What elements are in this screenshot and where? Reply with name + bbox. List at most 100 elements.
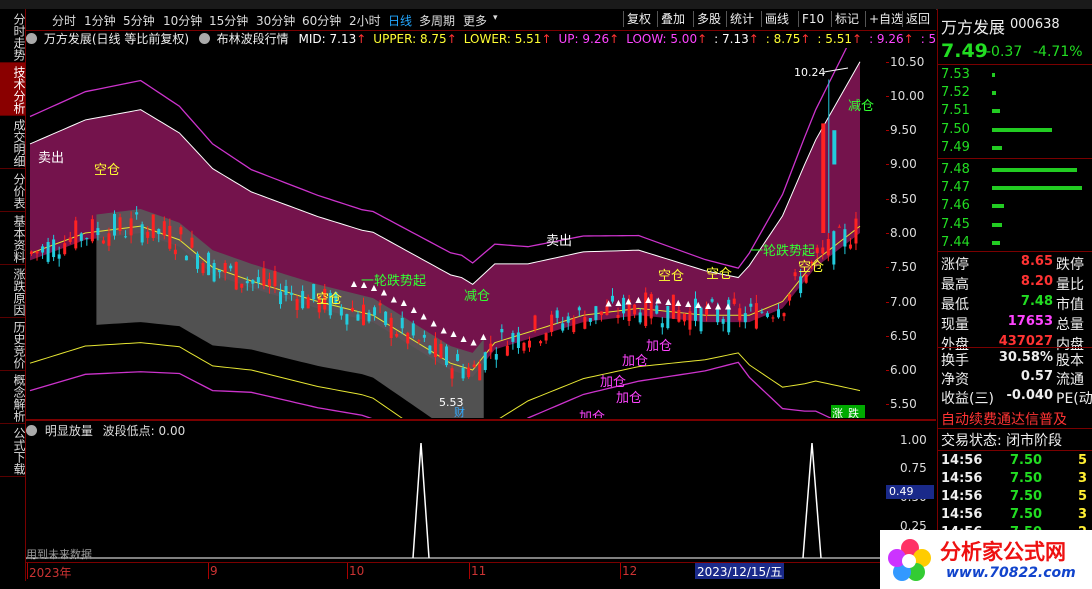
time-axis: 2023年 9 10 11 12 2023/12/15/五 xyxy=(26,562,936,581)
period-tab-5[interactable]: 30分钟 xyxy=(256,12,295,29)
orderbook-bar xyxy=(992,168,1077,172)
more-chevron-icon[interactable]: ▾ xyxy=(493,13,498,23)
candle-body xyxy=(682,313,686,322)
period-tab-10[interactable]: 更多 xyxy=(463,12,487,29)
up-triangle-icon: ▲ xyxy=(351,279,358,288)
candle-body xyxy=(212,263,216,282)
tick-volume: 3 xyxy=(1078,507,1088,522)
candle-body xyxy=(74,220,78,249)
period-tab-8[interactable]: 日线 xyxy=(388,12,412,29)
candle-body xyxy=(616,315,620,318)
indicator-settings-icon[interactable] xyxy=(198,33,210,44)
candle-body xyxy=(655,305,659,314)
indicator-name: 布林波段行情 xyxy=(216,32,289,46)
toolbar-button-4[interactable]: 画线 xyxy=(761,11,792,27)
orderbook-bar xyxy=(992,186,1082,191)
toolbar-button-3[interactable]: 统计 xyxy=(726,11,757,27)
period-tab-9[interactable]: 多周期 xyxy=(419,12,455,29)
price-tick: 7.00 xyxy=(890,294,917,309)
toolbar-button-8[interactable]: 返回 xyxy=(902,11,933,27)
period-tab-0[interactable]: 分时 xyxy=(52,12,76,29)
signal-label: 卖出 xyxy=(546,234,572,249)
candle-body xyxy=(350,307,354,312)
orderbook-price: 7.50 xyxy=(941,121,970,137)
period-tab-7[interactable]: 2小时 xyxy=(349,12,381,29)
volume-spike xyxy=(412,442,430,559)
sidebar-tab-0[interactable]: 分时走势 xyxy=(0,9,26,63)
orderbook-bar xyxy=(992,109,1000,114)
toolbar-button-0[interactable]: 复权 xyxy=(623,11,654,27)
candle-body xyxy=(439,343,443,359)
toolbar-button-2[interactable]: 多股 xyxy=(693,11,724,27)
period-tab-4[interactable]: 15分钟 xyxy=(209,12,248,29)
divider xyxy=(938,64,1092,65)
signal-label: 加仓 xyxy=(579,410,605,418)
candle-body xyxy=(135,212,139,215)
candle-body xyxy=(588,318,592,322)
divider xyxy=(938,450,1092,451)
time-tick xyxy=(347,563,348,579)
period-tab-1[interactable]: 1分钟 xyxy=(84,12,116,29)
candle-body xyxy=(533,315,537,330)
toolbar-button-1[interactable]: 叠加 xyxy=(657,11,688,27)
candle-body xyxy=(854,218,858,244)
indicator-value-5: : 7.13↑ xyxy=(714,32,759,46)
sidebar-tab-5[interactable]: 涨跌原因 xyxy=(0,265,26,318)
sidebar-tab-2[interactable]: 成交明细 xyxy=(0,116,26,169)
candle-body xyxy=(594,306,598,321)
stat-label-2: 量比 xyxy=(1056,277,1084,293)
candle-body xyxy=(716,309,720,323)
sub-current-value: 0.49 xyxy=(886,485,934,499)
toolbar-button-5[interactable]: F10 xyxy=(798,11,827,27)
tick-volume: 5 xyxy=(1078,453,1088,468)
toolbar-button-6[interactable]: 标记 xyxy=(831,11,862,27)
up-triangle-icon: ▲ xyxy=(480,332,487,341)
stat-label-2: 跌停 xyxy=(1056,257,1084,273)
indicator-value-label: : 5.51 xyxy=(817,32,852,46)
sidebar-tab-8[interactable]: 公式下载 xyxy=(0,424,26,477)
candle-body xyxy=(544,333,548,341)
sidebar-tab-7[interactable]: 概念解析 xyxy=(0,371,26,424)
candle-body xyxy=(207,252,211,276)
tick-time: 14:56 xyxy=(941,489,983,504)
arrow-icon: ↑ xyxy=(541,32,552,46)
candle-body xyxy=(577,307,581,311)
candle-body xyxy=(173,249,177,255)
orderbook-bar xyxy=(992,204,1004,209)
orderbook-price: 7.52 xyxy=(941,85,970,101)
orderbook-price: 7.47 xyxy=(941,180,970,196)
tick-mark xyxy=(886,130,889,132)
up-triangle-icon: ▲ xyxy=(460,334,467,343)
sidebar-tab-6[interactable]: 历史竞价 xyxy=(0,318,26,371)
die-tag: 跌 xyxy=(848,406,859,418)
sidebar-tab-4[interactable]: 基本资料 xyxy=(0,212,26,265)
volume-signal-chart[interactable] xyxy=(26,438,886,561)
sidebar-tab-3[interactable]: 分价表 xyxy=(0,169,26,212)
indicator-value-label: LOWER: 5.51 xyxy=(463,32,542,46)
candlestick-chart[interactable]: ▲ ▲ ▲▲▲ ▲▲▲▲▲ ▲▲ ▲▲▲ ▲ ▲ ▲ ▲ ▲ ▲ ▲ ▲ ▲ ▲ ▲ ▲卖出空仓空仓一轮跌势起减仓… xyxy=(26,48,886,418)
period-tab-6[interactable]: 60分钟 xyxy=(302,12,341,29)
up-triangle-icon: ▲ xyxy=(705,301,712,310)
tick-price: 7.50 xyxy=(1010,453,1043,468)
stat-value: 0.57 xyxy=(1020,369,1053,384)
up-triangle-icon: ▲ xyxy=(615,298,622,307)
candle-body xyxy=(273,271,277,287)
settings-icon[interactable] xyxy=(26,33,37,44)
arrow-icon: ↑ xyxy=(697,32,708,46)
candle-body xyxy=(118,217,122,231)
stat-value: -0.040 xyxy=(1006,388,1053,403)
candle-body xyxy=(395,333,399,337)
period-tab-2[interactable]: 5分钟 xyxy=(123,12,155,29)
candle-body xyxy=(821,123,826,233)
sidebar-tab-1[interactable]: 技术分析 xyxy=(0,63,26,116)
candle-body xyxy=(777,309,780,318)
marquee-text[interactable]: 自动续费通达信普及 xyxy=(941,409,1067,429)
candle-body xyxy=(284,286,288,295)
tick-mark xyxy=(886,198,889,200)
candle-body xyxy=(732,298,736,304)
period-tab-3[interactable]: 10分钟 xyxy=(163,12,202,29)
up-triangle-icon: ▲ xyxy=(635,295,642,304)
toolbar-button-7[interactable]: +自选 xyxy=(865,11,906,27)
candle-body xyxy=(422,334,426,338)
sub-settings-icon[interactable] xyxy=(26,425,37,436)
